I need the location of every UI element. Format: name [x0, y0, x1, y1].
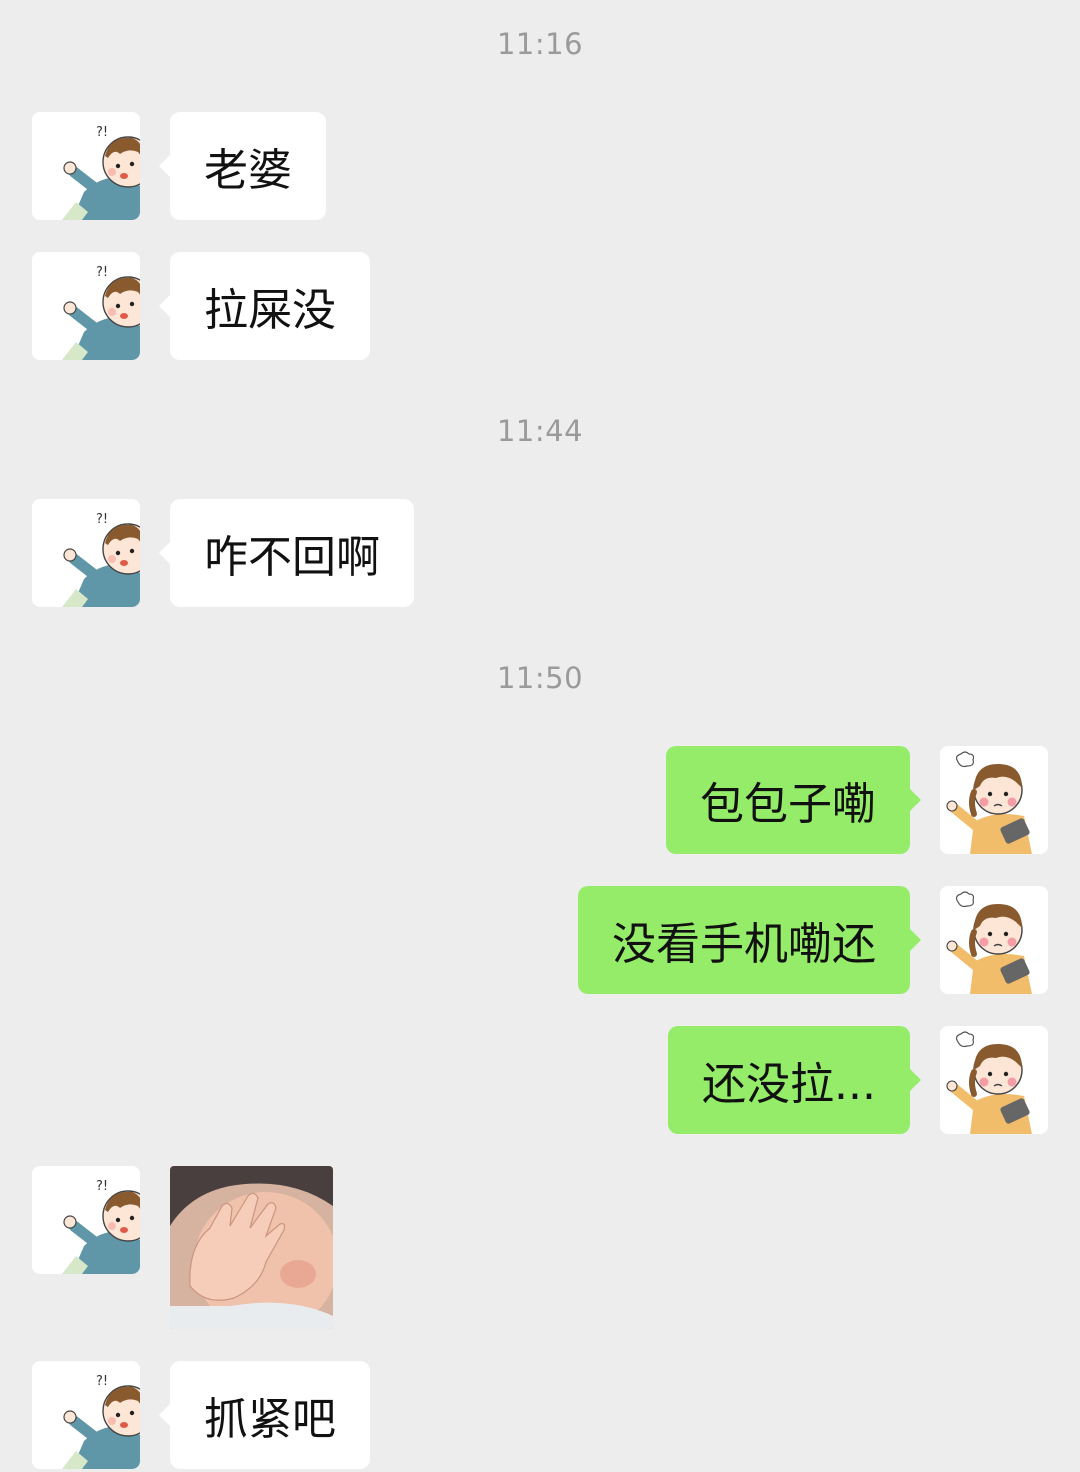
cartoon-boy-avatar-icon [32, 1166, 140, 1274]
cartoon-girl-avatar-icon [940, 746, 1048, 854]
cartoon-boy-avatar-icon [32, 112, 140, 220]
cartoon-girl-avatar-icon [940, 1026, 1048, 1134]
cartoon-boy-avatar-icon [32, 252, 140, 360]
message-bubble[interactable]: 没看手机嘞还 [578, 886, 921, 994]
message-bubble[interactable]: 拉屎没 [159, 252, 370, 360]
image-message[interactable] [170, 1166, 333, 1329]
message-bubble[interactable]: 老婆 [159, 112, 326, 220]
contact-avatar[interactable] [32, 1361, 140, 1469]
contact-avatar[interactable] [32, 1166, 140, 1274]
timestamp: 11:16 [496, 27, 584, 61]
cartoon-boy-avatar-icon [32, 499, 140, 607]
timestamp: 11:50 [496, 661, 584, 695]
message-bubble[interactable]: 包包子嘞 [666, 746, 921, 854]
contact-avatar[interactable] [32, 252, 140, 360]
message-bubble[interactable]: 咋不回啊 [159, 499, 414, 607]
my-avatar[interactable] [940, 886, 1048, 994]
cartoon-girl-avatar-icon [940, 886, 1048, 994]
message-bubble[interactable]: 抓紧吧 [159, 1361, 370, 1469]
timestamp: 11:44 [496, 414, 584, 448]
contact-avatar[interactable] [32, 112, 140, 220]
message-bubble[interactable]: 还没拉... [668, 1026, 921, 1134]
cartoon-boy-avatar-icon [32, 1361, 140, 1469]
my-avatar[interactable] [940, 1026, 1048, 1134]
baby-covering-face-photo-icon [170, 1166, 333, 1329]
my-avatar[interactable] [940, 746, 1048, 854]
contact-avatar[interactable] [32, 499, 140, 607]
